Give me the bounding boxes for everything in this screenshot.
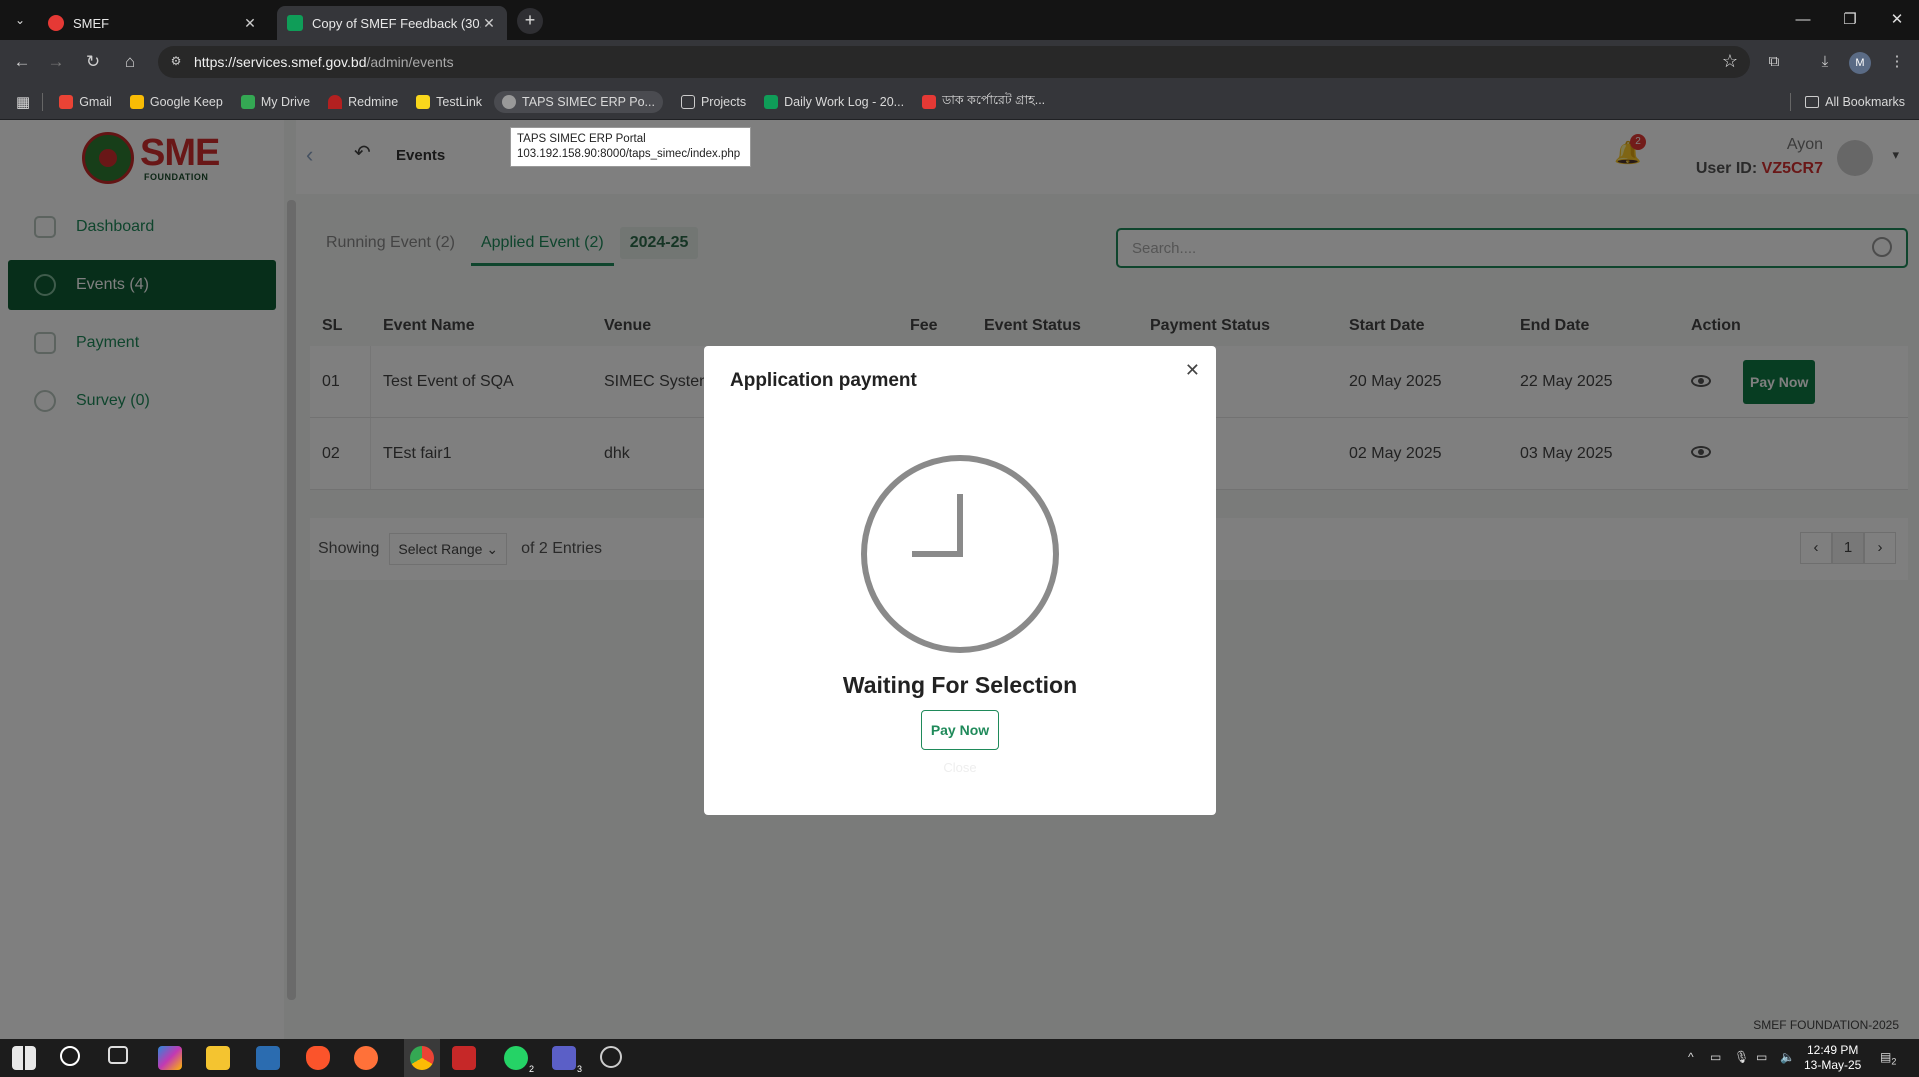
- divider: [42, 92, 44, 111]
- sheets-icon: [764, 94, 779, 109]
- bookmark-star-icon[interactable]: ☆: [1722, 51, 1738, 72]
- address-bar[interactable]: ⚙ https://services.smef.gov.bd/admin/eve…: [158, 46, 1750, 78]
- bookmark-taps-simec[interactable]: TAPS SIMEC ERP Po...: [494, 90, 663, 113]
- bookmark-gmail[interactable]: Gmail: [59, 94, 112, 109]
- task-view-icon[interactable]: [108, 1046, 128, 1064]
- back-icon[interactable]: ←: [9, 49, 35, 75]
- browser-toolbar: ← → ↻ ⌂ ⚙ https://services.smef.gov.bd/a…: [0, 40, 1919, 84]
- sheets-favicon-icon: [287, 15, 303, 31]
- reload-icon[interactable]: ↻: [80, 49, 106, 75]
- firefox-icon[interactable]: [354, 1046, 378, 1070]
- dak-icon: [922, 94, 937, 109]
- browser-tab-feedback[interactable]: Copy of SMEF Feedback (30.04. ✕: [277, 6, 507, 40]
- bookmark-testlink[interactable]: TestLink: [416, 94, 482, 109]
- bookmark-dak[interactable]: ডাক কর্পোরেট গ্রাহ...: [922, 92, 1045, 112]
- copilot-icon[interactable]: [158, 1046, 182, 1070]
- file-explorer-icon[interactable]: [206, 1046, 230, 1070]
- folder-icon: [1805, 96, 1820, 108]
- profile-avatar[interactable]: M: [1849, 52, 1871, 74]
- tab-search-icon[interactable]: ⌄: [8, 8, 32, 32]
- redmine-icon: [328, 94, 343, 109]
- url-text: https://services.smef.gov.bd/admin/event…: [194, 54, 454, 70]
- bookmark-daily-work-log[interactable]: Daily Work Log - 20...: [764, 94, 904, 109]
- store-icon[interactable]: [256, 1046, 280, 1070]
- extensions-icon[interactable]: ⧉: [1761, 49, 1787, 75]
- microphone-icon[interactable]: 🎙: [1734, 1050, 1749, 1064]
- meet-now-icon[interactable]: ▭: [1710, 1050, 1721, 1064]
- smef-favicon-icon: [48, 15, 64, 31]
- folder-icon: [680, 94, 695, 109]
- brave-icon[interactable]: [306, 1046, 330, 1070]
- all-bookmarks[interactable]: All Bookmarks: [1790, 93, 1905, 111]
- drive-icon: [240, 94, 255, 109]
- windows-start-icon[interactable]: [12, 1046, 36, 1070]
- download-icon[interactable]: ⤓: [1812, 49, 1838, 75]
- payment-status-text: Waiting For Selection: [842, 672, 1078, 698]
- bookmarks-bar: ▦ Gmail Google Keep My Drive Redmine Tes…: [0, 84, 1919, 120]
- close-window-icon[interactable]: ✕: [1874, 6, 1919, 34]
- new-tab-button[interactable]: +: [517, 8, 543, 34]
- tray-chevron-icon[interactable]: ^: [1688, 1050, 1694, 1064]
- whatsapp-icon[interactable]: [504, 1046, 534, 1074]
- site-info-icon[interactable]: ⚙: [168, 54, 184, 70]
- menu-kebab-icon[interactable]: ⋮: [1884, 49, 1910, 75]
- modal-title: Application payment: [730, 370, 917, 391]
- application-payment-modal: Application payment ✕ Waiting For Select…: [704, 346, 1216, 815]
- chrome-icon[interactable]: [410, 1046, 434, 1070]
- clock-app-icon[interactable]: [600, 1046, 622, 1068]
- close-tab-icon[interactable]: ✕: [242, 15, 258, 32]
- close-tab-icon[interactable]: ✕: [481, 15, 497, 32]
- gmail-icon: [59, 94, 74, 109]
- bookmark-google-keep[interactable]: Google Keep: [129, 94, 223, 109]
- bookmark-projects[interactable]: Projects: [680, 94, 746, 109]
- clock-icon: [861, 455, 1059, 653]
- divider: [1790, 93, 1792, 111]
- pay-now-button[interactable]: Pay Now: [921, 710, 999, 750]
- bookmark-redmine[interactable]: Redmine: [328, 94, 398, 109]
- acrobat-icon[interactable]: [452, 1046, 476, 1070]
- close-icon[interactable]: ✕: [1185, 360, 1200, 381]
- browser-tab-smef[interactable]: SMEF ✕: [38, 6, 268, 40]
- home-icon[interactable]: ⌂: [117, 49, 143, 75]
- restore-icon[interactable]: ❐: [1827, 6, 1873, 34]
- testlink-icon: [416, 94, 431, 109]
- notification-center-icon[interactable]: ▤2: [1880, 1050, 1896, 1066]
- system-clock[interactable]: 12:49 PM 13-May-25: [1804, 1043, 1861, 1073]
- teams-icon[interactable]: [552, 1046, 582, 1074]
- tab-strip: ⌄ SMEF ✕ Copy of SMEF Feedback (30.04. ✕…: [0, 0, 1919, 40]
- close-button[interactable]: Close: [704, 760, 1216, 775]
- bookmark-tooltip: TAPS SIMEC ERP Portal 103.192.158.90:800…: [510, 127, 751, 167]
- forward-icon[interactable]: →: [43, 49, 69, 75]
- volume-icon[interactable]: 🔈: [1780, 1050, 1795, 1064]
- tab-title: SMEF: [73, 15, 110, 31]
- bookmark-my-drive[interactable]: My Drive: [240, 94, 310, 109]
- minimize-icon[interactable]: —: [1780, 6, 1826, 34]
- windows-taskbar: ^ ▭ 🎙 ▭ 🔈 12:49 PM 13-May-25 ▤2: [0, 1039, 1919, 1077]
- globe-icon: [502, 94, 517, 109]
- search-icon[interactable]: [60, 1046, 80, 1066]
- network-icon[interactable]: ▭: [1756, 1050, 1767, 1064]
- tab-title: Copy of SMEF Feedback (30.04.: [312, 15, 481, 31]
- keep-icon: [129, 94, 144, 109]
- apps-grid-icon[interactable]: ▦: [16, 93, 30, 111]
